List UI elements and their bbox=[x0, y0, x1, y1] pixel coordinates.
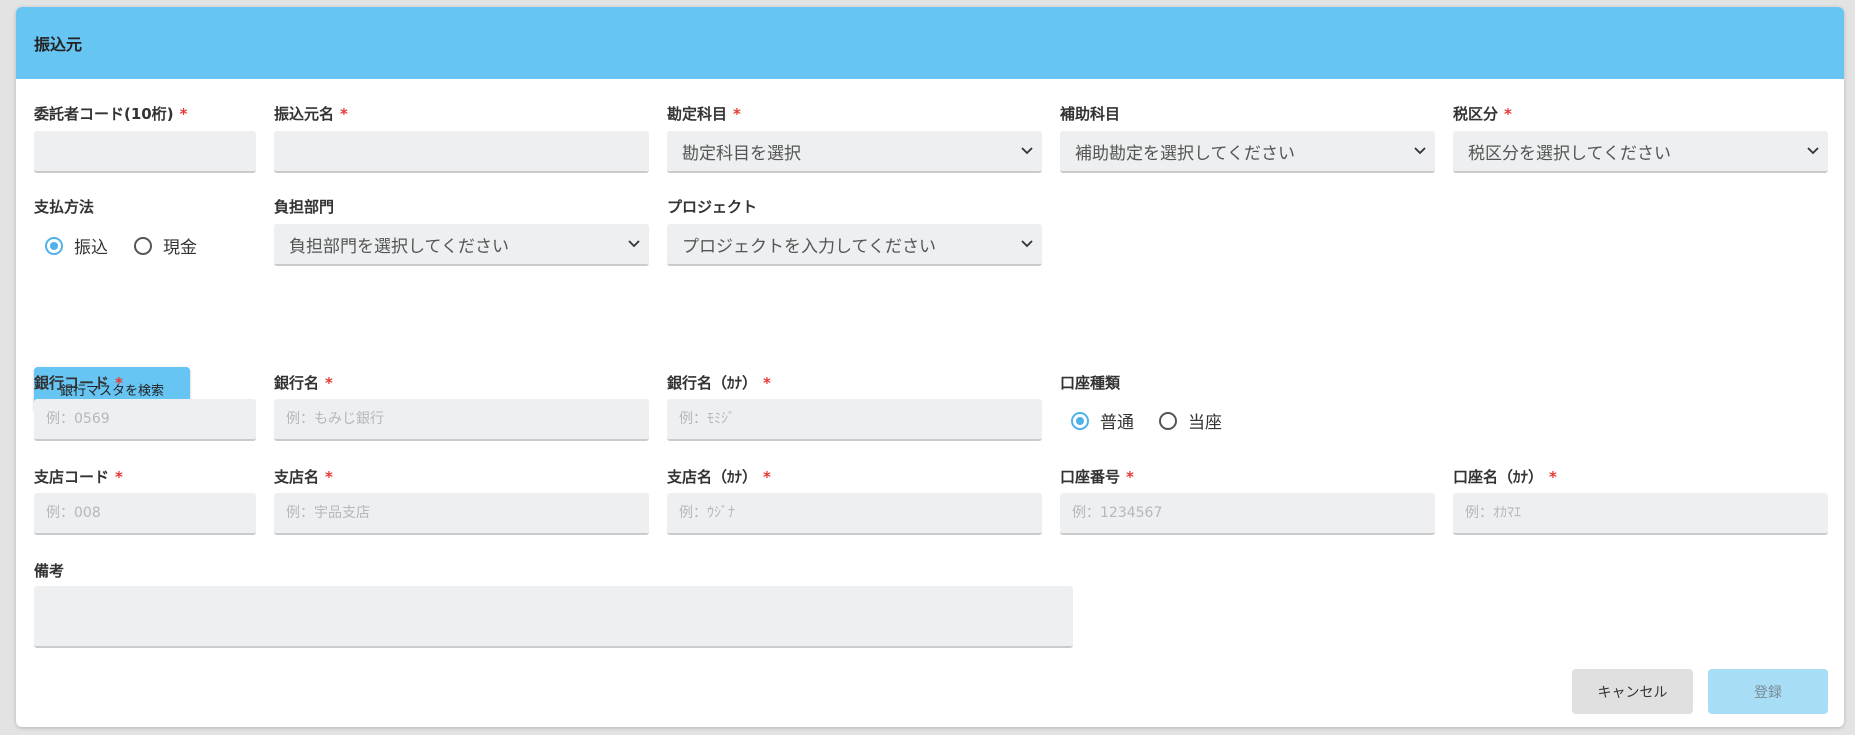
radio-label: 現金 bbox=[163, 238, 197, 258]
radio-label: 当座 bbox=[1188, 413, 1222, 433]
payment-method-cash[interactable]: 現金 bbox=[134, 233, 197, 258]
radio-label: 振込 bbox=[74, 238, 108, 258]
radio-unchecked-icon[interactable] bbox=[134, 236, 152, 255]
payer-name-input[interactable] bbox=[274, 131, 649, 173]
chevron-down-icon bbox=[1414, 147, 1426, 155]
branch-name-input[interactable] bbox=[274, 493, 649, 535]
account-name-kana-input[interactable] bbox=[1453, 493, 1828, 535]
bank-code-input[interactable] bbox=[34, 399, 256, 441]
required-mark: * bbox=[325, 374, 333, 392]
required-mark: * bbox=[115, 468, 123, 486]
radio-unchecked-icon[interactable] bbox=[1159, 411, 1177, 430]
required-mark: * bbox=[340, 105, 348, 123]
radio-checked-icon[interactable] bbox=[1071, 411, 1089, 430]
account-type-current[interactable]: 当座 bbox=[1159, 408, 1222, 433]
chevron-down-icon bbox=[1807, 147, 1819, 155]
bank-name-label: 銀行名 * bbox=[274, 374, 333, 392]
branch-code-label: 支店コード * bbox=[34, 468, 123, 486]
consignor-code-label: 委託者コード(10桁) * bbox=[34, 105, 188, 123]
department-selected: 負担部門を選択してください bbox=[289, 236, 509, 257]
branch-name-label: 支店名 * bbox=[274, 468, 333, 486]
cancel-button[interactable]: キャンセル bbox=[1572, 669, 1693, 714]
sub-account-select[interactable]: 補助勘定を選択してください bbox=[1060, 131, 1435, 173]
sub-account-label: 補助科目 bbox=[1060, 105, 1121, 123]
consignor-code-input[interactable] bbox=[34, 131, 256, 173]
account-number-label: 口座番号 * bbox=[1060, 468, 1134, 486]
account-item-select[interactable]: 勘定科目を選択 bbox=[667, 131, 1042, 173]
remarks-label: 備考 bbox=[34, 562, 65, 580]
bank-code-label: 銀行コード * bbox=[34, 374, 123, 392]
chevron-down-icon bbox=[1021, 240, 1033, 248]
required-mark: * bbox=[733, 105, 741, 123]
radio-label: 普通 bbox=[1100, 413, 1134, 433]
project-select[interactable]: プロジェクトを入力してください bbox=[667, 224, 1042, 266]
account-type-ordinary[interactable]: 普通 bbox=[1071, 408, 1134, 433]
submit-button[interactable]: 登録 bbox=[1708, 669, 1828, 714]
payer-name-label: 振込元名 * bbox=[274, 105, 348, 123]
branch-code-input[interactable] bbox=[34, 493, 256, 535]
required-mark: * bbox=[115, 374, 123, 392]
account-type-label: 口座種類 bbox=[1060, 374, 1121, 392]
chevron-down-icon bbox=[1021, 147, 1033, 155]
payment-method-label: 支払方法 bbox=[34, 198, 95, 216]
account-name-kana-label: 口座名（ｶﾅ） * bbox=[1453, 468, 1557, 486]
department-select[interactable]: 負担部門を選択してください bbox=[274, 224, 649, 266]
radio-checked-icon[interactable] bbox=[45, 236, 63, 255]
tax-category-selected: 税区分を選択してください bbox=[1468, 143, 1671, 164]
account-number-input[interactable] bbox=[1060, 493, 1435, 535]
account-item-label: 勘定科目 * bbox=[667, 105, 741, 123]
branch-name-kana-input[interactable] bbox=[667, 493, 1042, 535]
panel-title: 振込元 bbox=[16, 7, 1844, 79]
required-mark: * bbox=[1126, 468, 1134, 486]
required-mark: * bbox=[1504, 105, 1512, 123]
sub-account-selected: 補助勘定を選択してください bbox=[1075, 143, 1295, 164]
bank-name-kana-input[interactable] bbox=[667, 399, 1042, 441]
bank-name-input[interactable] bbox=[274, 399, 649, 441]
required-mark: * bbox=[325, 468, 333, 486]
department-label: 負担部門 bbox=[274, 198, 335, 216]
payment-method-transfer[interactable]: 振込 bbox=[45, 233, 108, 258]
chevron-down-icon bbox=[628, 240, 640, 248]
bank-name-kana-label: 銀行名（ｶﾅ） * bbox=[667, 374, 771, 392]
tax-category-select[interactable]: 税区分を選択してください bbox=[1453, 131, 1828, 173]
branch-name-kana-label: 支店名（ｶﾅ） * bbox=[667, 468, 771, 486]
project-selected: プロジェクトを入力してください bbox=[682, 236, 936, 257]
account-item-selected: 勘定科目を選択 bbox=[682, 143, 801, 164]
project-label: プロジェクト bbox=[667, 198, 758, 216]
required-mark: * bbox=[763, 468, 771, 486]
required-mark: * bbox=[763, 374, 771, 392]
remarks-textarea[interactable] bbox=[34, 586, 1073, 648]
tax-category-label: 税区分 * bbox=[1453, 105, 1512, 123]
payer-panel: 振込元 委託者コード(10桁) * 振込元名 * 勘定科目 * 勘定科目を選択 補助科… bbox=[16, 7, 1844, 727]
required-mark: * bbox=[179, 105, 188, 123]
required-mark: * bbox=[1549, 468, 1557, 486]
